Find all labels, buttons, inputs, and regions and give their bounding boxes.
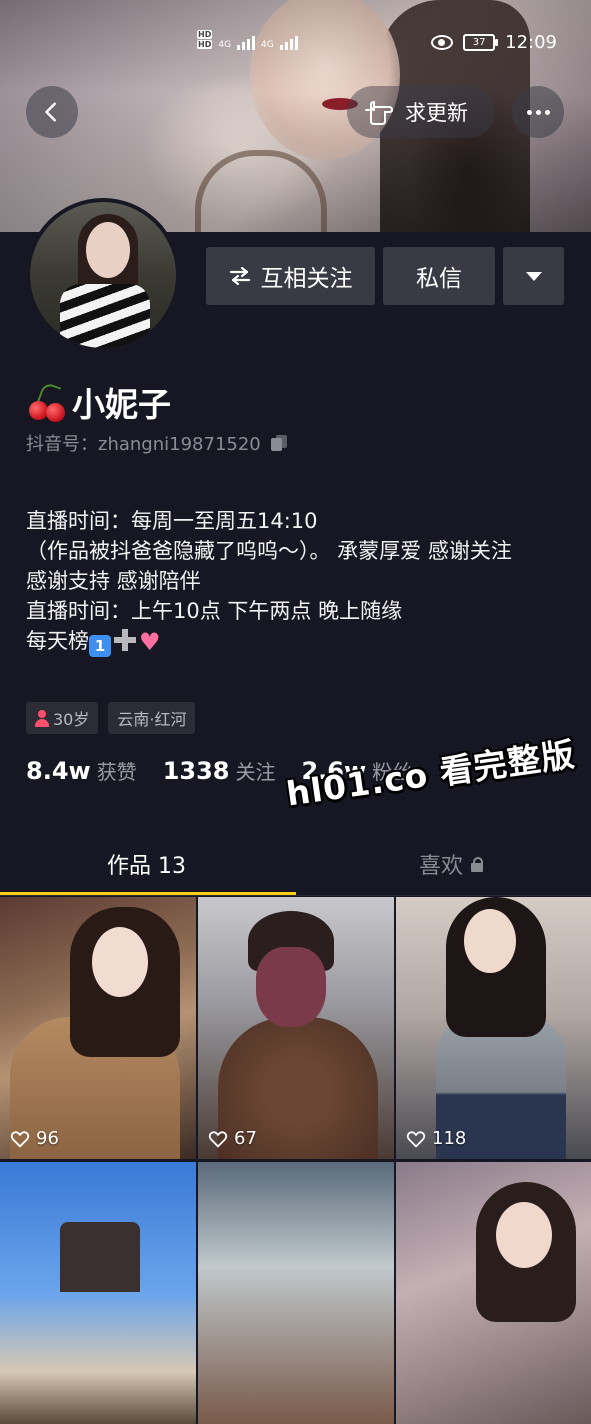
cherry-icon <box>26 381 70 422</box>
divider <box>0 895 591 896</box>
network-type-2: 4G <box>261 40 274 50</box>
triangle-down-icon <box>525 271 542 281</box>
bio-line-last: 每天榜 1 ♥ <box>26 628 161 657</box>
pointing-hand-icon <box>365 100 394 125</box>
more-button[interactable] <box>512 86 564 138</box>
profile-tags: 30岁 云南·红河 <box>26 702 196 734</box>
following-stat[interactable]: 1338 关注 <box>163 756 276 785</box>
female-icon <box>35 709 49 727</box>
heart-outline-icon <box>406 1130 426 1148</box>
video-thumbnail[interactable] <box>396 1162 591 1424</box>
request-update-button[interactable]: 求更新 <box>347 86 495 138</box>
network-type: 4G <box>218 40 232 50</box>
age-tag: 30岁 <box>26 702 99 734</box>
mutual-follow-button[interactable]: 互相关注 <box>206 247 375 305</box>
douyin-id-text: 抖音号：zhangni19871520 <box>26 434 261 455</box>
avatar[interactable] <box>26 198 180 352</box>
hd-indicator: HD HD <box>197 30 213 49</box>
bio-line: 感谢支持 感谢陪伴 <box>26 569 201 593</box>
video-thumbnail[interactable]: 118 <box>396 897 591 1159</box>
request-update-label: 求更新 <box>405 101 468 125</box>
heart-outline-icon <box>208 1130 228 1148</box>
video-thumbnail[interactable]: 67 <box>198 897 394 1159</box>
battery-icon: 37 <box>463 34 499 51</box>
video-thumbnail[interactable] <box>0 1162 196 1424</box>
copy-icon[interactable] <box>270 435 287 451</box>
likes-stat[interactable]: 8.4w 获赞 <box>26 756 137 785</box>
video-thumbnail[interactable]: 96 <box>0 897 196 1159</box>
keycap-one-icon: 1 <box>89 635 111 657</box>
tab-likes[interactable]: 喜欢 <box>419 848 484 880</box>
message-button[interactable]: 私信 <box>383 247 495 305</box>
video-likes: 96 <box>10 1128 59 1149</box>
watermark-overlay: hl01.co 看完整版 <box>283 734 578 814</box>
bio-line: 直播时间：每周一至周五14:10 <box>26 509 318 533</box>
clock: 12:09 <box>505 32 557 53</box>
profile-name: 小妮子 <box>26 378 171 426</box>
tab-works[interactable]: 作品 13 <box>107 848 186 880</box>
video-grid: 96 67 118 <box>0 897 591 1424</box>
signal-icon <box>237 34 256 50</box>
chevron-left-icon <box>45 102 56 122</box>
mutual-follow-label: 互相关注 <box>260 266 353 292</box>
pink-heart-icon: ♥ <box>139 628 161 656</box>
profile-name-text: 小妮子 <box>72 385 171 424</box>
douyin-id: 抖音号：zhangni19871520 <box>26 430 287 456</box>
content-tabs: 作品 13 喜欢 <box>0 838 591 894</box>
profile-bio: 直播时间：每周一至周五14:10 （作品被抖爸爸隐藏了呜呜～）。 承蒙厚爱 感谢… <box>26 506 571 657</box>
bio-line: 直播时间：上午10点 下午两点 晚上随缘 <box>26 599 403 623</box>
more-actions-dropdown[interactable] <box>503 247 564 305</box>
swap-arrows-icon <box>229 267 250 285</box>
plus-icon <box>114 629 136 651</box>
location-tag: 云南·红河 <box>108 702 196 734</box>
profile-actions: 互相关注 私信 <box>206 247 564 305</box>
eye-comfort-icon <box>431 35 454 50</box>
back-button[interactable] <box>26 86 78 138</box>
more-dots-icon <box>526 109 532 115</box>
signal-icon-2 <box>279 34 298 50</box>
heart-outline-icon <box>10 1130 30 1148</box>
bio-line: （作品被抖爸爸隐藏了呜呜～）。 承蒙厚爱 感谢关注 <box>26 539 512 563</box>
video-thumbnail[interactable] <box>198 1162 394 1424</box>
lock-icon <box>471 857 484 872</box>
video-likes: 118 <box>406 1128 466 1149</box>
message-label: 私信 <box>416 266 462 292</box>
video-likes: 67 <box>208 1128 257 1149</box>
status-bar: HD HD 4G 4G 37 12:09 <box>0 26 591 62</box>
